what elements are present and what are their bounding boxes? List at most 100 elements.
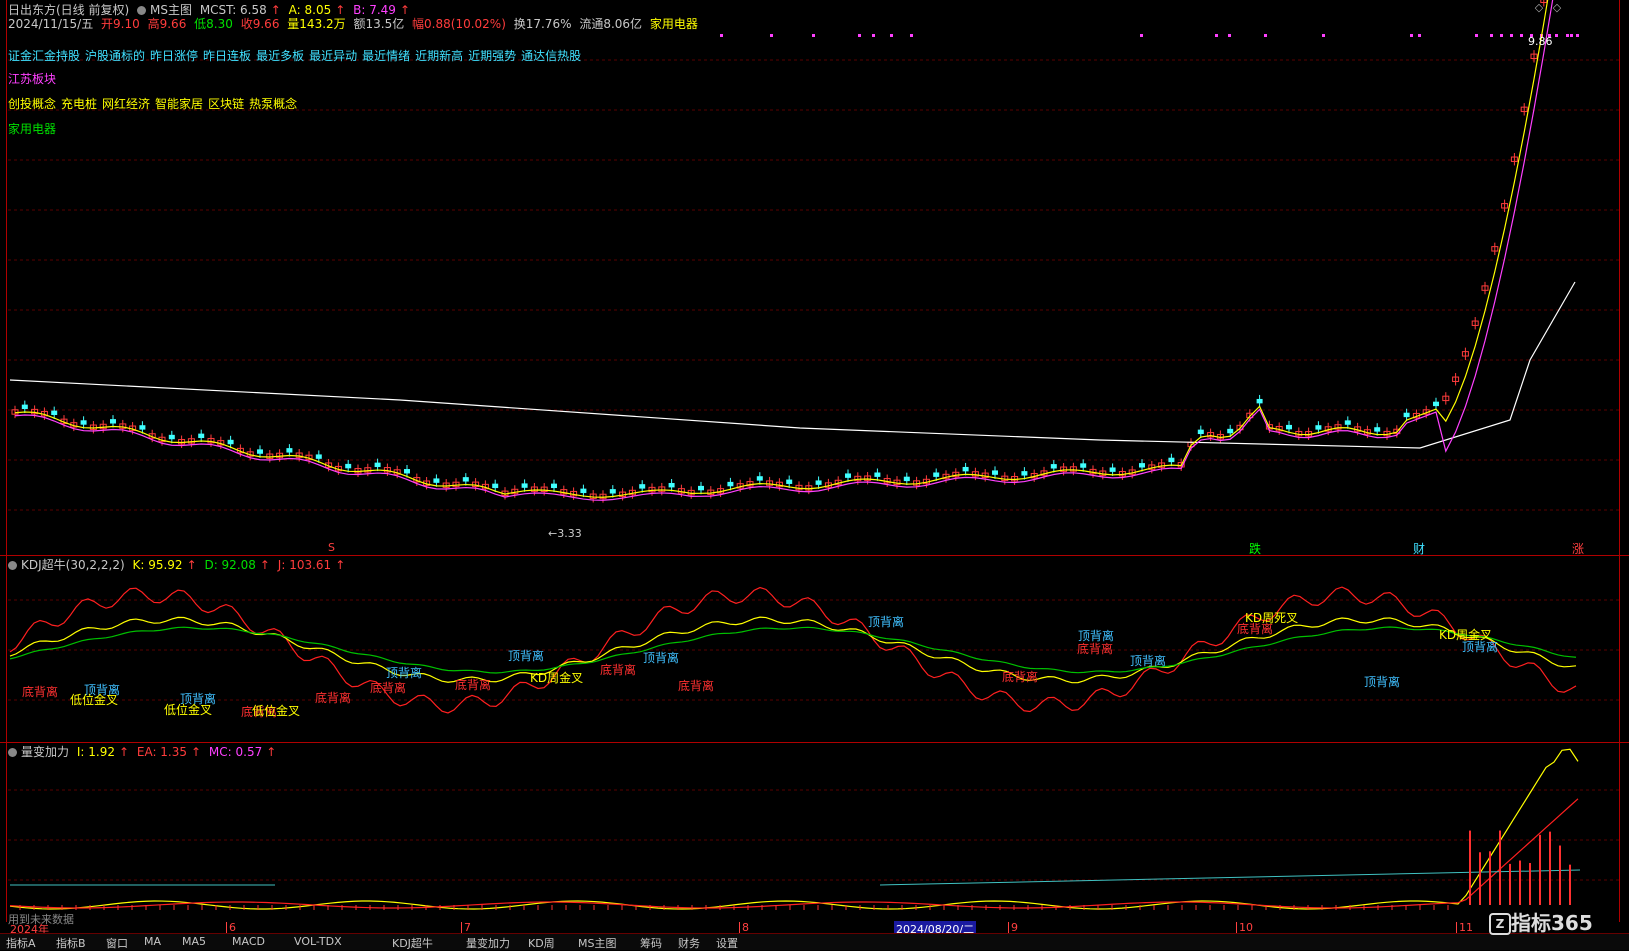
concept-tag[interactable]: 网红经济	[102, 97, 150, 111]
concept-tag[interactable]: 热泵概念	[249, 97, 297, 111]
candle-body	[1315, 425, 1321, 429]
concept-tag[interactable]: 昨日涨停	[150, 49, 198, 63]
signal-dot	[812, 34, 815, 37]
concept-tag[interactable]: 沪股通标的	[85, 49, 145, 63]
signal-dot	[1322, 34, 1325, 37]
kdj-signal-label: 顶背离	[643, 649, 679, 666]
b-value: B: 7.49	[353, 3, 396, 17]
concept-tag[interactable]: 近期新高	[415, 49, 463, 63]
quote-industry: 家用电器	[650, 17, 698, 31]
event-marker-up[interactable]: 涨	[1572, 540, 1584, 557]
kdj-signal-label: 低位金叉	[164, 701, 212, 718]
date-tick	[1008, 922, 1009, 933]
candle-body	[1374, 427, 1380, 431]
date-axis[interactable]: 2024年 6 7 8 2024/08/20/二 9 10 11	[0, 922, 1629, 933]
kdj-signal-label: 底背离	[315, 689, 351, 706]
event-marker-finance[interactable]: 财	[1413, 540, 1425, 557]
kdj-signal-label: 低位金叉	[70, 691, 118, 708]
indicator-tab-bar: 指标A 指标B 窗口 MA MA5 MACD VOL-TDX KDJ超牛 量变加力 KD周 MS主图…	[0, 933, 1629, 950]
kdj-name[interactable]: KDJ超牛(30,2,2,2)	[21, 558, 125, 572]
chart-canvas[interactable]	[0, 0, 1629, 949]
event-marker-down[interactable]: 跌	[1249, 540, 1261, 557]
indicator-tab[interactable]: MA	[144, 935, 161, 948]
volume-header: 量变加力 I: 1.92 ↑ EA: 1.35 ↑ MC: 0.57 ↑	[8, 745, 280, 759]
candle-body	[816, 480, 822, 484]
volume-i: I: 1.92	[77, 745, 115, 759]
candle-body	[1433, 402, 1439, 406]
concept-tag[interactable]: 充电桩	[61, 97, 97, 111]
up-arrow-icon: ↑	[335, 558, 345, 572]
concept-line-2: 江苏板块	[8, 70, 56, 87]
kdj-signal-label: 顶背离	[1364, 673, 1400, 690]
up-arrow-icon: ↑	[266, 745, 276, 759]
concept-tag[interactable]: 最近情绪	[362, 49, 410, 63]
panel-divider-volume[interactable]	[0, 742, 1629, 743]
signal-dot	[858, 34, 861, 37]
quote-low: 低8.30	[194, 17, 233, 31]
quote-date: 2024/11/15/五	[8, 17, 93, 31]
stock-name[interactable]: 日出东方(日线 前复权)	[8, 3, 129, 17]
up-arrow-icon: ↑	[191, 745, 201, 759]
signal-dot	[1510, 34, 1513, 37]
concept-tag[interactable]: 最近多板	[256, 49, 304, 63]
concept-tag[interactable]: 昨日连板	[203, 49, 251, 63]
up-arrow-icon: ↑	[260, 558, 270, 572]
candle-body	[492, 484, 498, 488]
candle-body	[963, 467, 969, 471]
maximize-icon[interactable]: ◇	[1551, 2, 1563, 14]
indicator-toggle-icon[interactable]	[137, 6, 146, 15]
candle-body	[1080, 463, 1086, 467]
signal-dot	[1228, 34, 1231, 37]
kdj-signal-label: 底背离	[370, 679, 406, 696]
restore-icon[interactable]: ◇	[1533, 2, 1545, 14]
kdj-d: D: 92.08	[204, 558, 255, 572]
panel-divider-kdj[interactable]	[0, 555, 1629, 556]
quote-open: 开9.10	[101, 17, 140, 31]
concept-tag[interactable]: 创投概念	[8, 97, 56, 111]
kdj-toggle-icon[interactable]	[8, 561, 17, 570]
candle-body	[698, 486, 704, 490]
concept-tag[interactable]: 区块链	[208, 97, 244, 111]
candle-body	[345, 464, 351, 468]
indicator-tab[interactable]: MACD	[232, 935, 265, 948]
candle-body	[404, 469, 410, 473]
quote-high: 高9.66	[148, 17, 187, 31]
candle-body	[1286, 425, 1292, 429]
min-price-label: ←3.33	[548, 527, 582, 540]
volume-toggle-icon[interactable]	[8, 748, 17, 757]
concept-tag[interactable]: 近期强势	[468, 49, 516, 63]
signal-dot	[1264, 34, 1267, 37]
volume-mc: MC: 0.57	[209, 745, 262, 759]
up-arrow-icon: ↑	[400, 3, 410, 17]
concept-tag[interactable]: 智能家居	[155, 97, 203, 111]
event-marker-s[interactable]: S	[328, 541, 335, 554]
volume-ind-name[interactable]: 量变加力	[21, 745, 69, 759]
candle-body	[786, 480, 792, 484]
right-axis-line	[1619, 0, 1620, 922]
candle-body	[81, 420, 87, 424]
signal-dot	[1490, 34, 1493, 37]
candle-body	[139, 425, 145, 429]
concept-tag[interactable]: 证金汇金持股	[8, 49, 80, 63]
candle-body	[639, 484, 645, 488]
candle-body	[1139, 463, 1145, 467]
signal-dot	[1215, 34, 1218, 37]
signal-dot	[1418, 34, 1421, 37]
volume-ea-line	[10, 799, 1578, 908]
candle-body	[669, 483, 675, 487]
indicator-tab[interactable]: VOL-TDX	[294, 935, 342, 948]
signal-dot	[770, 34, 773, 37]
concept-tag[interactable]: 最近异动	[309, 49, 357, 63]
candle-body	[228, 440, 234, 444]
signal-dot	[1140, 34, 1143, 37]
concept-tag[interactable]: 通达信热股	[521, 49, 581, 63]
candle-body	[904, 477, 910, 481]
signal-dot	[1566, 34, 1569, 37]
candle-body	[433, 478, 439, 482]
candle-body	[463, 477, 469, 481]
signal-dot	[890, 34, 893, 37]
main-indicator-name[interactable]: MS主图	[150, 3, 192, 17]
candle-body	[933, 472, 939, 476]
brand-logo-icon: Z	[1489, 913, 1511, 935]
indicator-tab[interactable]: MA5	[182, 935, 206, 948]
